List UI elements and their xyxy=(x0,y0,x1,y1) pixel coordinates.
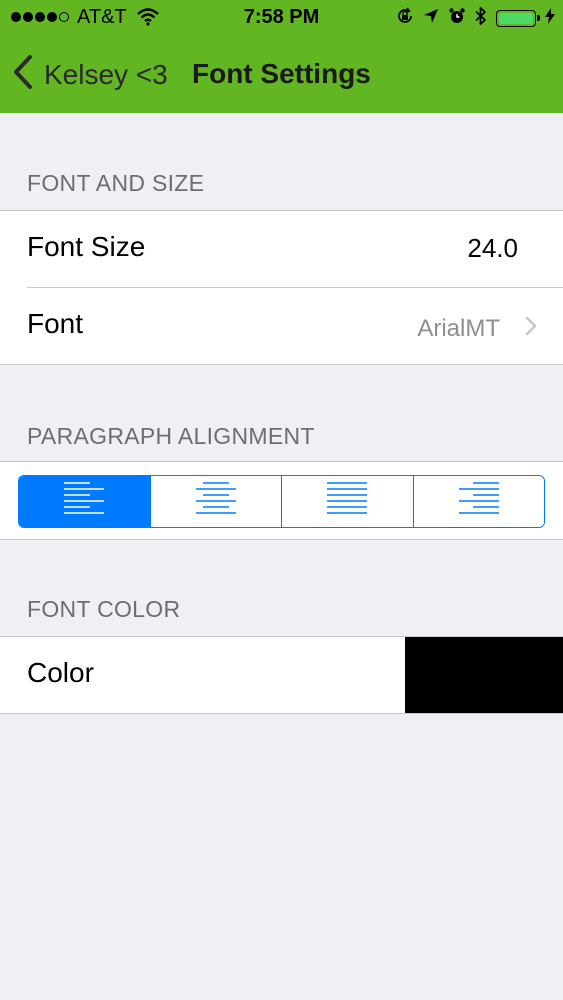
section-header-paragraph-alignment: PARAGRAPH ALIGNMENT xyxy=(27,423,315,449)
font-size-row[interactable]: Font Size 24.0 xyxy=(0,211,563,287)
section-header-font-color: FONT COLOR xyxy=(27,596,181,622)
rotation-lock-icon xyxy=(396,6,414,30)
chevron-left-icon xyxy=(12,54,34,95)
chevron-right-icon xyxy=(525,316,537,341)
navigation-bar: Kelsey <3 Font Settings xyxy=(0,36,563,113)
header: AT&T 7:58 PM Kelsey <3 Font Settings xyxy=(0,0,563,113)
alarm-icon xyxy=(448,7,466,30)
align-right-icon xyxy=(458,479,500,524)
font-label: Font xyxy=(27,308,84,339)
font-row[interactable]: Font ArialMT xyxy=(0,288,563,364)
back-button[interactable]: Kelsey <3 xyxy=(12,54,168,95)
paragraph-alignment-group xyxy=(0,461,563,540)
font-and-size-group: Font Size 24.0 Font ArialMT xyxy=(0,210,563,365)
align-justify-icon xyxy=(326,479,368,524)
status-bar: AT&T 7:58 PM xyxy=(0,0,563,36)
align-center-icon xyxy=(195,479,237,524)
page-title: Font Settings xyxy=(192,58,371,89)
align-center-segment[interactable] xyxy=(150,476,282,527)
location-icon xyxy=(423,8,439,29)
font-color-group: Color xyxy=(0,636,563,714)
color-row[interactable]: Color xyxy=(0,637,563,713)
charging-icon xyxy=(545,7,555,29)
align-left-icon xyxy=(63,479,105,524)
align-left-segment[interactable] xyxy=(19,476,151,527)
alignment-segmented-control xyxy=(18,475,545,528)
align-right-segment[interactable] xyxy=(413,476,544,527)
font-size-value: 24.0 xyxy=(467,233,518,263)
align-justify-segment[interactable] xyxy=(282,476,414,527)
battery-icon xyxy=(496,9,540,27)
bluetooth-icon xyxy=(475,6,487,31)
font-size-label: Font Size xyxy=(27,231,146,262)
color-swatch[interactable] xyxy=(405,637,563,713)
color-label: Color xyxy=(27,657,94,688)
back-button-label: Kelsey <3 xyxy=(44,58,168,90)
status-icons xyxy=(396,6,555,30)
section-header-font-and-size: FONT AND SIZE xyxy=(27,170,205,196)
font-value: ArialMT xyxy=(417,315,500,342)
